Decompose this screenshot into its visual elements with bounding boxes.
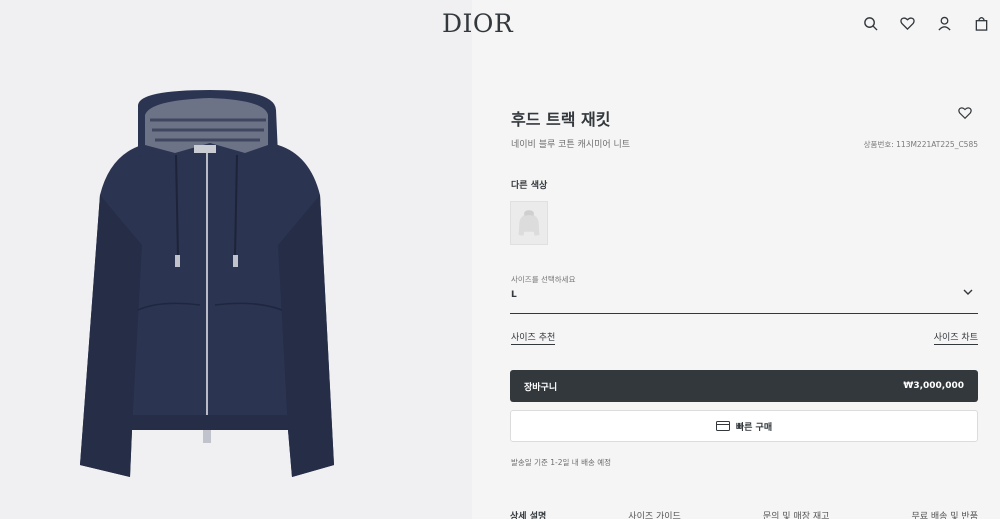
product-title: 후드 트랙 재킷 (511, 110, 611, 129)
site-header: DIOR (0, 0, 1000, 46)
product-info-panel: 후드 트랙 재킷 네이비 블루 코튼 캐시미어 니트 상품번호: 113M221… (472, 0, 1000, 519)
tab-details[interactable]: 상세 설명 (510, 509, 546, 519)
card-icon (715, 421, 730, 431)
add-to-cart-label: 장바구니 (524, 382, 558, 393)
product-reference: 상품번호: 113M221AT225_C585 (863, 140, 978, 149)
tab-size-guide[interactable]: 사이즈 가이드 (628, 509, 681, 519)
other-colors-label: 다른 색상 (511, 181, 548, 191)
quick-buy-label: 빠른 구매 (735, 422, 773, 433)
product-tabs: 상세 설명 사이즈 가이드 문의 및 매장 재고 무료 배송 및 반품 (510, 509, 978, 519)
shipping-note: 발송일 기준 1-2일 내 배송 예정 (511, 458, 612, 467)
wishlist-heart-icon[interactable] (958, 105, 972, 120)
size-select-value: L (511, 290, 517, 300)
user-icon[interactable] (935, 14, 953, 32)
size-select[interactable] (510, 270, 978, 314)
bag-icon[interactable] (972, 14, 990, 32)
product-image-panel[interactable] (0, 0, 472, 519)
color-swatch-white[interactable] (510, 201, 548, 245)
white-hoodie-thumbnail (518, 210, 540, 236)
product-image (80, 90, 334, 477)
tab-shipping-returns[interactable]: 무료 배송 및 반품 (911, 509, 978, 519)
product-subtitle: 네이비 블루 코튼 캐시미어 니트 (511, 140, 631, 150)
size-select-label: 사이즈를 선택하세요 (511, 275, 576, 284)
add-to-cart-button[interactable]: 장바구니 ₩3,000,000 (510, 370, 978, 402)
search-icon[interactable] (861, 14, 879, 32)
price: ₩3,000,000 (903, 381, 964, 391)
chevron-down-icon (963, 289, 973, 295)
size-chart-link[interactable]: 사이즈 차트 (933, 330, 978, 345)
quick-buy-button[interactable]: 빠른 구매 (510, 410, 978, 442)
heart-icon[interactable] (898, 14, 916, 32)
tab-inquiry-stock[interactable]: 문의 및 매장 재고 (763, 509, 830, 519)
size-recommendation-link[interactable]: 사이즈 추천 (511, 330, 556, 345)
dior-logo[interactable]: DIOR (442, 9, 513, 38)
